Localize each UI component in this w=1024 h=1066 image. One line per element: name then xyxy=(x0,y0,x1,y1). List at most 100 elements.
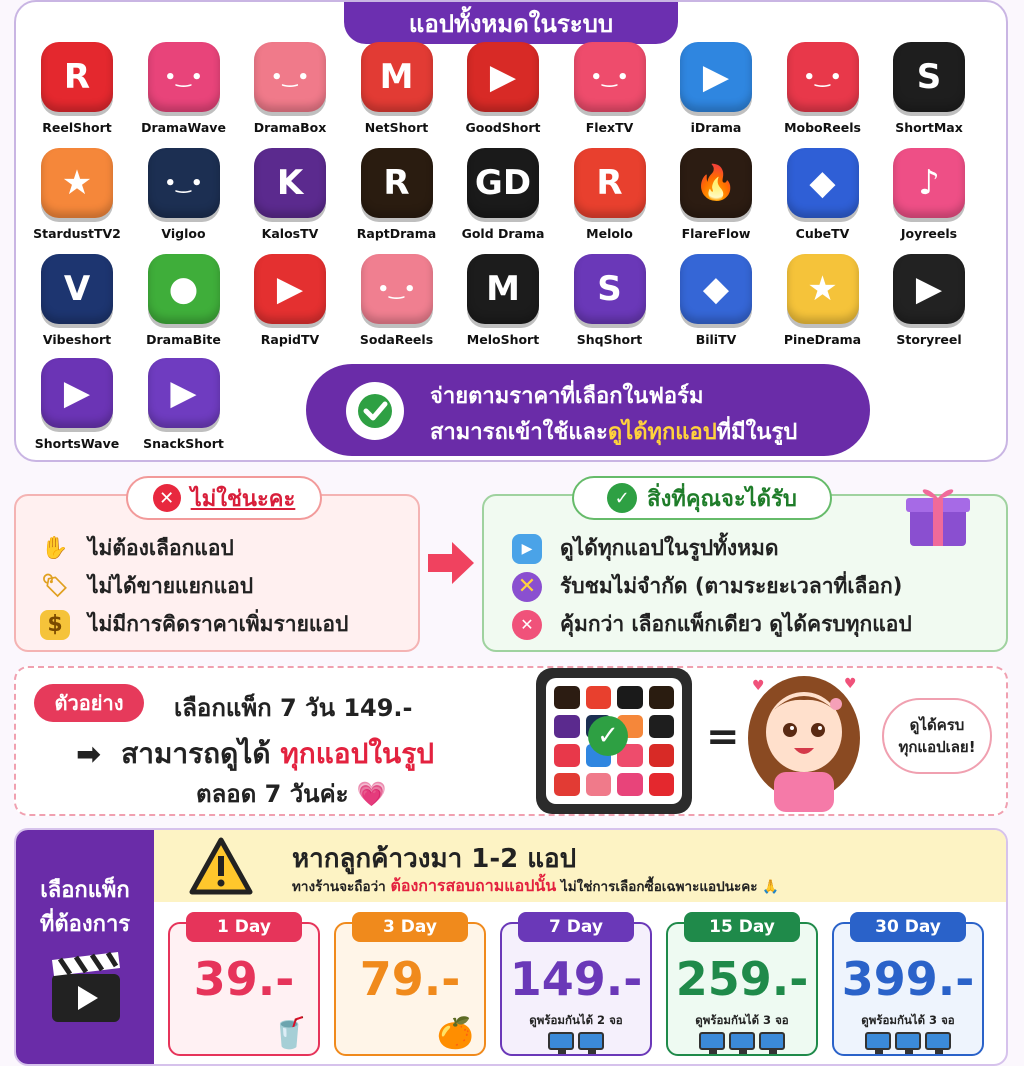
app-logo-icon: •‿• xyxy=(360,254,433,324)
app-stardusttv2: ★ StardustTV2 xyxy=(22,148,132,241)
check-circle-icon: ✓ xyxy=(607,483,638,513)
price-day-label: 7 Day xyxy=(518,912,634,942)
warning-title: หากลูกค้าวงมา 1-2 แอป xyxy=(292,844,577,874)
app-logo-icon: R xyxy=(41,42,113,112)
monitor-icon xyxy=(895,1032,921,1054)
happy-girl-illustration: ♥ ♥ xyxy=(748,676,860,812)
screens-note: ดูพร้อมกันได้ 2 จอ xyxy=(529,1013,623,1027)
app-name: StardustTV2 xyxy=(33,226,121,241)
app-name: Melolo xyxy=(586,226,633,241)
price-day-label: 3 Day xyxy=(352,912,468,942)
price-card[interactable]: 15 Day 259.- ดูพร้อมกันได้ 3 จอ xyxy=(666,912,818,1056)
price-card[interactable]: 7 Day 149.- ดูพร้อมกันได้ 2 จอ xyxy=(500,912,652,1056)
price-card[interactable]: 30 Day 399.- ดูพร้อมกันได้ 3 จอ xyxy=(832,912,984,1056)
mini-app-icon xyxy=(648,744,674,767)
benefit-item-1: ▶ ดูได้ทุกแอปในรูปทั้งหมด xyxy=(512,532,779,565)
price-card[interactable]: 1 Day 39.- 🥤 xyxy=(168,912,320,1056)
app-rapidtv: ▶ RapidTV xyxy=(235,254,345,347)
not-included-panel: ✕ ไม่ใช่นะคะ ✋ ไม่ต้องเลือกแอป 🏷 ไม่ได้ข… xyxy=(14,476,420,652)
phone-illustration: ✓ xyxy=(536,668,692,814)
app-logo-icon: ◆ xyxy=(680,254,752,324)
app-gold-drama: GD Gold Drama xyxy=(448,148,558,241)
example-line-2: ➡ สามารถดูได้ ทุกแอปในรูป xyxy=(76,736,434,772)
arrow-right-icon: ➡ xyxy=(76,736,102,772)
app-name: Gold Drama xyxy=(461,226,545,241)
app-name: BiliTV xyxy=(695,332,737,347)
screens-indicator xyxy=(502,1032,650,1054)
example-line-3: ตลอด 7 วันค่ะ 💗 xyxy=(196,780,387,808)
equals-sign: = xyxy=(706,714,740,760)
app-logo-icon: •‿• xyxy=(573,42,646,112)
app-netshort: M NetShort xyxy=(342,42,452,135)
price-card[interactable]: 3 Day 79.- 🍊 xyxy=(334,912,486,1056)
packages-panel: เลือกแพ็ก ที่ต้องการ หากลูกค้าวงมา 1-2 แ… xyxy=(14,828,1008,1066)
app-logo-icon: ▶ xyxy=(680,42,752,112)
infinity-icon: ✕ xyxy=(512,571,542,602)
mini-app-icon xyxy=(617,773,643,796)
app-logo-icon: ♪ xyxy=(893,148,965,218)
price-day-label: 30 Day xyxy=(850,912,966,942)
warning-banner: หากลูกค้าวงมา 1-2 แอป ทางร้านจะถือว่า ต้… xyxy=(154,830,1006,902)
not-included-title: ✕ ไม่ใช่นะคะ xyxy=(126,476,322,520)
not-item-3: $ ไม่มีการคิดราคาเพิ่มรายแอป xyxy=(40,608,348,641)
mini-app-icon xyxy=(554,773,580,796)
mini-app-icon xyxy=(648,773,674,796)
mini-app-icon xyxy=(554,715,580,738)
app-name: DramaBite xyxy=(146,332,221,347)
app-idrama: ▶ iDrama xyxy=(661,42,771,135)
app-logo-icon: M xyxy=(467,254,539,324)
x-circle-icon: ✕ xyxy=(512,609,542,640)
app-name: ReelShort xyxy=(42,120,112,135)
clapperboard-icon xyxy=(52,951,120,1022)
benefits-title: ✓ สิ่งที่คุณจะได้รับ xyxy=(572,476,832,520)
monitor-icon xyxy=(699,1032,725,1054)
monitor-icon xyxy=(865,1032,891,1054)
screens-indicator xyxy=(668,1032,816,1054)
money-bag-icon: $ xyxy=(40,609,70,640)
app-logo-icon: S xyxy=(893,42,965,112)
app-logo-icon: M xyxy=(360,42,433,112)
app-name: ShqShort xyxy=(576,332,643,347)
benefit-item-2: ✕ รับชมไม่จำกัด (ตามระยะเวลาที่เลือก) xyxy=(512,570,902,603)
mini-app-icon xyxy=(617,686,643,709)
price-value: 399.- xyxy=(841,952,975,1006)
price-value: 79.- xyxy=(359,952,461,1006)
app-logo-icon: GD xyxy=(467,148,539,218)
benefits-panel: ✓ สิ่งที่คุณจะได้รับ ▶ ดูได้ทุกแอปในรูปท… xyxy=(482,476,1008,652)
arrow-right-icon xyxy=(428,542,474,584)
gift-icon xyxy=(906,489,970,546)
not-item-1: ✋ ไม่ต้องเลือกแอป xyxy=(40,532,233,565)
app-vigloo: •‿• Vigloo xyxy=(129,148,239,241)
app-name: CubeTV xyxy=(795,226,850,241)
app-name: KalosTV xyxy=(261,226,319,241)
app-flareflow: 🔥 FlareFlow xyxy=(661,148,771,241)
svg-text:♥: ♥ xyxy=(752,678,765,694)
app-logo-icon: •‿• xyxy=(147,148,220,218)
app-logo-icon: •‿• xyxy=(254,42,326,112)
monitor-icon xyxy=(925,1032,951,1054)
orange-slice-icon: 🍊 xyxy=(436,1016,474,1051)
app-goodshort: ▶ GoodShort xyxy=(448,42,558,135)
warning-icon xyxy=(189,837,253,895)
app-name: SodaReels xyxy=(359,332,434,347)
app-logo-icon: ▶ xyxy=(893,254,965,324)
app-storyreel: ▶ Storyreel xyxy=(874,254,984,347)
app-meloshort: M MeloShort xyxy=(448,254,558,347)
app-kalostv: K KalosTV xyxy=(235,148,345,241)
tv-icon: ▶ xyxy=(512,533,542,564)
app-logo-icon: ● xyxy=(147,254,220,324)
screens-note: ดูพร้อมกันได้ 3 จอ xyxy=(861,1013,955,1027)
packages-title: เลือกแพ็ก ที่ต้องการ xyxy=(39,878,131,937)
monitor-icon xyxy=(578,1032,604,1054)
app-name: MoboReels xyxy=(784,120,861,135)
app-name: DramaWave xyxy=(141,120,226,135)
app-flextv: •‿• FlexTV xyxy=(555,42,665,135)
app-melolo: R Melolo xyxy=(555,148,665,241)
app-dramawave: •‿• DramaWave xyxy=(129,42,239,135)
monitor-icon xyxy=(759,1032,785,1054)
app-name: DramaBox xyxy=(253,120,327,135)
benefit-item-3: ✕ คุ้มกว่า เลือกแพ็กเดียว ดูได้ครบทุกแอป xyxy=(512,608,912,641)
app-name: GoodShort xyxy=(465,120,541,135)
mini-app-icon xyxy=(648,686,674,709)
app-name: Storyreel xyxy=(896,332,962,347)
